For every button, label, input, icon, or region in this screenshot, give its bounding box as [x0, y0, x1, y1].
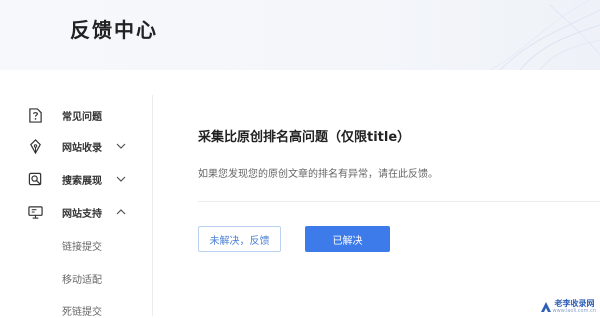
pen-nib-icon: [27, 138, 43, 154]
page-header: 反馈中心: [0, 0, 600, 70]
header-decoration: [489, 0, 600, 70]
page-title: 反馈中心: [70, 18, 158, 42]
sidebar-subitem-link-submit[interactable]: 链接提交: [62, 238, 102, 253]
sidebar-subitem-mobile-adapt[interactable]: 移动适配: [62, 271, 102, 286]
issue-description: 如果您发现您的原创文章的排名有异常，请在此反馈。: [198, 169, 438, 180]
watermark-logo-icon: [540, 301, 551, 312]
sidebar-item-label: 网站收录: [62, 142, 102, 154]
sidebar-item-label: 常见问题: [62, 111, 102, 123]
sidebar-item-label: 搜索展现: [62, 175, 102, 187]
magnifier-icon: [27, 171, 43, 187]
solved-button[interactable]: 已解决: [305, 226, 390, 252]
sidebar-item-site-indexing[interactable]: 网站收录: [0, 131, 152, 161]
chevron-up-icon[interactable]: [116, 207, 126, 217]
watermark-subtext: www.laoli.com.cn: [552, 308, 596, 314]
question-doc-icon: [27, 107, 43, 123]
sidebar-divider: [152, 95, 153, 316]
unsolved-feedback-button[interactable]: 未解决，反馈: [198, 226, 281, 252]
watermark: 老李收录网 www.laoli.com.cn: [539, 299, 596, 314]
watermark-text: 老李收录网: [554, 299, 595, 308]
content-divider: [198, 201, 600, 202]
chevron-down-icon[interactable]: [116, 141, 126, 151]
sidebar-item-label: 网站支持: [62, 208, 102, 220]
sidebar-item-faq[interactable]: 常见问题: [0, 100, 152, 130]
chevron-down-icon[interactable]: [116, 174, 126, 184]
issue-title: 采集比原创排名高问题（仅限title）: [198, 130, 411, 145]
monitor-icon: [27, 204, 43, 220]
sidebar-item-site-support[interactable]: 网站支持: [0, 197, 152, 227]
sidebar-item-search-display[interactable]: 搜索展现: [0, 164, 152, 194]
